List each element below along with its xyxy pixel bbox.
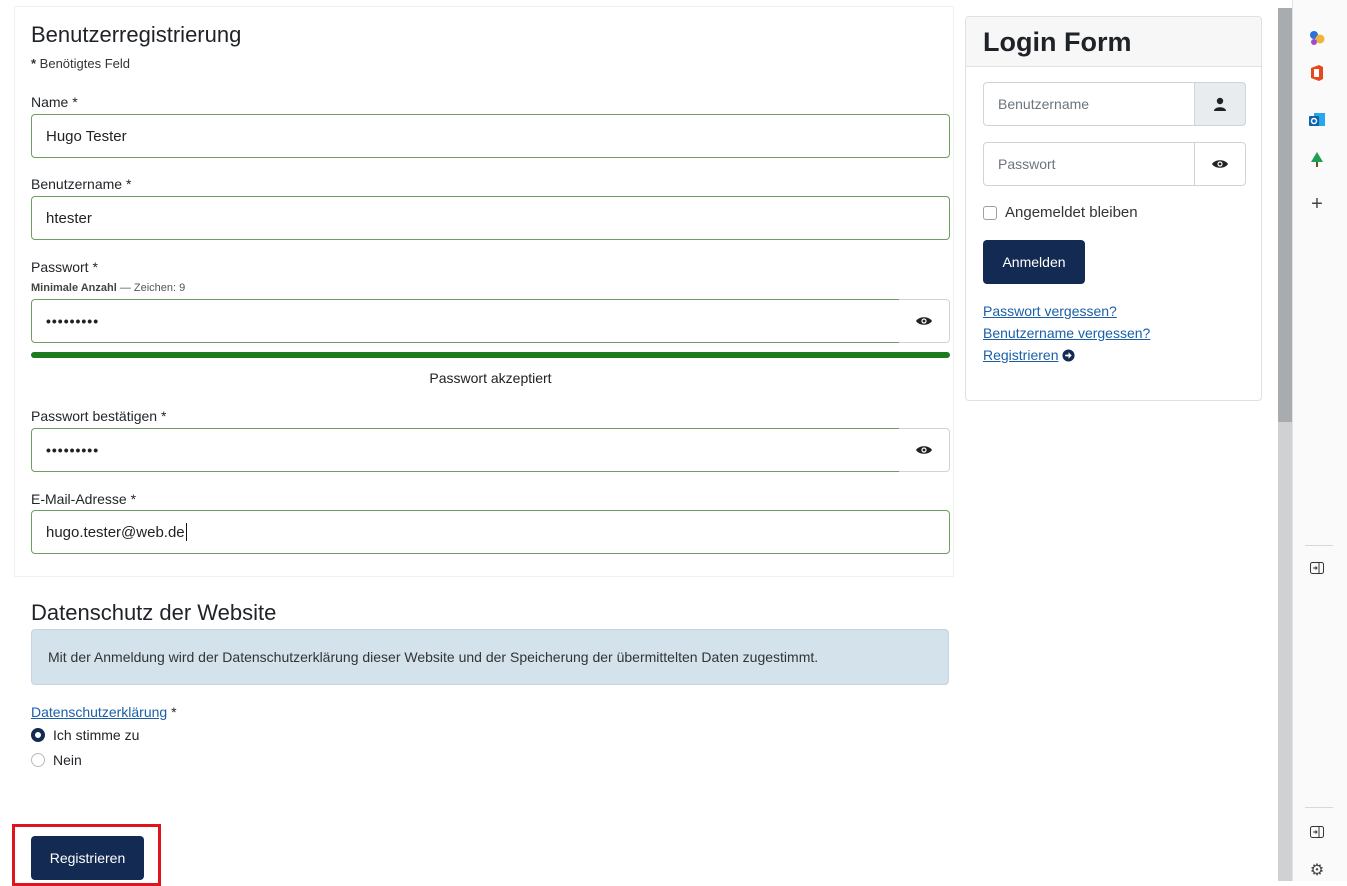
show-password-button[interactable] bbox=[899, 299, 950, 343]
name-input[interactable]: Hugo Tester bbox=[31, 114, 950, 158]
page-title: Benutzerregistrierung bbox=[31, 22, 242, 47]
password-strength-text: Passwort akzeptiert bbox=[429, 370, 552, 386]
privacy-heading: Datenschutz der Website bbox=[31, 600, 277, 625]
password-strength-meter bbox=[31, 352, 950, 358]
eye-icon bbox=[916, 446, 932, 454]
required-field-note: * Benötigtes Feld bbox=[31, 56, 131, 71]
text-caret bbox=[185, 523, 187, 541]
show-confirm-password-button[interactable] bbox=[899, 428, 950, 472]
login-password-input[interactable]: Passwort bbox=[983, 142, 1195, 186]
password-input[interactable]: ••••••••• bbox=[31, 299, 900, 343]
email-label: E-Mail-Adresse * bbox=[31, 491, 137, 507]
login-title: Login Form bbox=[966, 17, 1261, 67]
user-icon bbox=[1214, 97, 1226, 111]
login-username-input[interactable]: Benutzername bbox=[983, 82, 1195, 126]
username-input[interactable]: htester bbox=[31, 196, 950, 240]
privacy-policy-link[interactable]: Datenschutzerklärung bbox=[31, 704, 167, 720]
sidebar-toggle-icon[interactable] bbox=[1307, 558, 1327, 578]
login-show-password-button[interactable] bbox=[1194, 142, 1246, 186]
register-link[interactable]: Registrieren bbox=[983, 347, 1076, 363]
password-hint: Minimale Anzahl — Zeichen: 9 bbox=[31, 282, 186, 294]
radio-agree[interactable]: Ich stimme zu bbox=[31, 727, 139, 743]
privacy-notice: Mit der Anmeldung wird der Datenschutzer… bbox=[31, 629, 949, 685]
remember-checkbox[interactable] bbox=[983, 205, 997, 220]
browser-sidebar: + ⚙ bbox=[1292, 0, 1347, 881]
eye-icon bbox=[1212, 160, 1228, 168]
plus-icon[interactable]: + bbox=[1307, 193, 1327, 215]
login-card: Login Form Benutzername Passwort Angemel… bbox=[965, 16, 1262, 401]
confirm-password-label: Passwort bestätigen * bbox=[31, 408, 167, 424]
settings-icon[interactable]: ⚙ bbox=[1307, 860, 1327, 880]
office-icon[interactable] bbox=[1307, 63, 1327, 83]
tree-icon[interactable] bbox=[1307, 150, 1327, 170]
password-label: Passwort * bbox=[31, 259, 98, 275]
sidebar-toggle-icon[interactable] bbox=[1307, 822, 1327, 842]
copilot-icon[interactable] bbox=[1307, 28, 1327, 48]
sidebar-separator bbox=[1305, 807, 1333, 808]
login-button[interactable]: Anmelden bbox=[983, 240, 1085, 284]
username-label: Benutzername * bbox=[31, 176, 132, 192]
radio-button-unchecked[interactable] bbox=[31, 753, 45, 767]
forgot-password-link[interactable]: Passwort vergessen? bbox=[983, 303, 1117, 319]
email-input[interactable]: hugo.tester@web.de bbox=[31, 510, 950, 554]
radio-button-checked[interactable] bbox=[31, 728, 45, 742]
sidebar-separator bbox=[1305, 545, 1333, 546]
name-label: Name * bbox=[31, 94, 78, 110]
arrow-circle-right-icon bbox=[1062, 348, 1076, 362]
remember-me[interactable]: Angemeldet bleiben bbox=[983, 204, 1138, 221]
user-addon bbox=[1194, 82, 1246, 126]
eye-icon bbox=[916, 317, 932, 325]
highlight-annotation-box bbox=[12, 824, 161, 886]
scrollbar-thumb[interactable] bbox=[1278, 8, 1292, 422]
radio-decline[interactable]: Nein bbox=[31, 752, 82, 768]
confirm-password-input[interactable]: ••••••••• bbox=[31, 428, 900, 472]
privacy-policy-row: Datenschutzerklärung * bbox=[31, 704, 177, 720]
outlook-icon[interactable] bbox=[1307, 110, 1327, 130]
forgot-username-link[interactable]: Benutzername vergessen? bbox=[983, 325, 1150, 341]
page-scrollbar[interactable] bbox=[1278, 8, 1292, 881]
